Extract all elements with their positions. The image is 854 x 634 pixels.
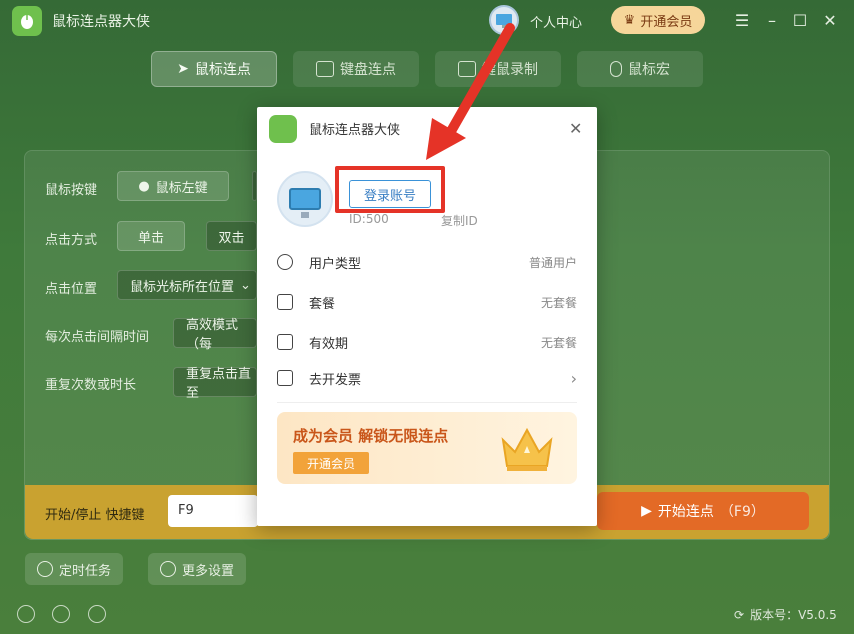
more-settings-label: 更多设置 bbox=[182, 563, 235, 579]
mouse-logo-icon bbox=[21, 15, 33, 29]
menu-icon[interactable]: ☰ bbox=[732, 10, 752, 30]
crown-icon: ♛ bbox=[623, 12, 636, 28]
more-settings-button[interactable]: 更多设置 bbox=[148, 553, 247, 585]
click-mode-label: 点击方式 bbox=[45, 233, 98, 248]
hotkey-label: 开始/停止 快捷键 bbox=[45, 508, 145, 523]
globe-icon[interactable] bbox=[17, 605, 35, 623]
chevron-down-icon: ⌄ bbox=[240, 277, 251, 293]
row-label: 有效期 bbox=[309, 336, 349, 352]
timer-task-label: 定时任务 bbox=[59, 563, 112, 579]
popup-title: 鼠标连点器大侠 bbox=[309, 123, 401, 138]
tab-record[interactable]: 键鼠录制 bbox=[435, 51, 561, 87]
click-single-button[interactable]: 单击 bbox=[117, 221, 185, 251]
close-icon[interactable]: ✕ bbox=[569, 119, 582, 138]
user-avatar[interactable] bbox=[489, 5, 519, 35]
update-icon: ⟳ bbox=[734, 607, 745, 622]
hotkey-input[interactable]: F9 bbox=[168, 495, 258, 527]
play-icon: ▶ bbox=[641, 503, 652, 519]
row-package: 套餐 无套餐 bbox=[277, 290, 577, 314]
click-position-select[interactable]: 鼠标光标所在位置 ⌄ bbox=[117, 270, 257, 300]
version-label: 版本号：V5.0.5 bbox=[750, 608, 837, 622]
start-button-hint: （F9） bbox=[719, 504, 765, 520]
click-position-label: 点击位置 bbox=[45, 282, 98, 297]
user-icon bbox=[277, 254, 293, 270]
vip-button-label: 开通会员 bbox=[640, 14, 693, 30]
user-center-link[interactable]: 个人中心 bbox=[530, 12, 582, 31]
user-popup: 鼠标连点器大侠 ✕ 登录账号 ID:500 复制ID 用户类型 普通用户 套餐 … bbox=[257, 107, 597, 526]
close-window-icon[interactable]: ✕ bbox=[820, 10, 840, 30]
mouse-icon bbox=[610, 61, 622, 77]
monitor-avatar-icon bbox=[496, 14, 512, 28]
repeat-label: 重复次数或时长 bbox=[45, 378, 137, 393]
mouse-button-label: 鼠标按键 bbox=[45, 183, 98, 198]
row-validity: 有效期 无套餐 bbox=[277, 330, 577, 354]
promo-vip-button[interactable]: 开通会员 bbox=[293, 452, 369, 474]
popup-logo bbox=[269, 115, 297, 143]
calendar-icon bbox=[277, 334, 293, 350]
highlight-box bbox=[335, 166, 445, 213]
vip-promo-card[interactable]: 成为会员 解锁无限连点 开通会员 bbox=[277, 412, 577, 484]
crown-illustration-icon bbox=[501, 427, 553, 471]
promo-title: 成为会员 解锁无限连点 bbox=[293, 427, 449, 445]
minimize-icon[interactable]: – bbox=[762, 10, 782, 30]
row-label: 去开发票 bbox=[309, 372, 362, 388]
row-value: 无套餐 bbox=[540, 295, 577, 310]
mouse-button-select[interactable]: ● 鼠标左键 bbox=[117, 171, 229, 201]
start-click-button[interactable]: ▶ 开始连点 （F9） bbox=[597, 492, 809, 530]
tab-keyboard-click[interactable]: 键盘连点 bbox=[293, 51, 419, 87]
click-double-button[interactable]: 双击 bbox=[206, 221, 257, 251]
row-invoice[interactable]: 去开发票 › bbox=[277, 366, 577, 390]
timer-task-button[interactable]: 定时任务 bbox=[25, 553, 124, 585]
click-position-value: 鼠标光标所在位置 bbox=[130, 279, 235, 295]
record-icon bbox=[458, 61, 476, 77]
user-id: ID:500 bbox=[349, 212, 389, 226]
popup-avatar bbox=[277, 171, 333, 227]
row-label: 用户类型 bbox=[309, 256, 362, 272]
row-value: 普通用户 bbox=[528, 255, 577, 270]
bag-icon bbox=[277, 294, 293, 310]
tab-mouse-macro[interactable]: 鼠标宏 bbox=[577, 51, 703, 87]
interval-label: 每次点击间隔时间 bbox=[45, 330, 150, 345]
mouse-left-icon: ● bbox=[138, 178, 150, 194]
gear-icon bbox=[160, 561, 176, 577]
monitor-icon bbox=[289, 188, 321, 218]
version-info[interactable]: ⟳ 版本号：V5.0.5 bbox=[734, 606, 837, 623]
invoice-icon bbox=[277, 370, 293, 386]
cursor-icon: ➤ bbox=[177, 61, 189, 77]
divider bbox=[277, 402, 577, 403]
keyboard-icon bbox=[316, 61, 334, 77]
support-icon[interactable] bbox=[52, 605, 70, 623]
tab-mouse-click[interactable]: ➤ 鼠标连点 bbox=[151, 51, 277, 87]
start-button-label: 开始连点 bbox=[657, 504, 714, 520]
tab-label: 键盘连点 bbox=[340, 62, 396, 78]
interval-select[interactable]: 高效模式（每 bbox=[173, 318, 257, 352]
row-user-type: 用户类型 普通用户 bbox=[277, 250, 577, 274]
tab-label: 鼠标宏 bbox=[628, 62, 670, 78]
maximize-icon[interactable]: ☐ bbox=[790, 10, 810, 30]
row-value: 无套餐 bbox=[540, 335, 577, 350]
tab-label: 鼠标连点 bbox=[194, 62, 251, 78]
row-label: 套餐 bbox=[309, 296, 336, 312]
vip-button[interactable]: ♛ 开通会员 bbox=[611, 6, 705, 34]
title-bar: 鼠标连点器大侠 个人中心 ♛ 开通会员 ☰ – ☐ ✕ bbox=[0, 0, 854, 40]
app-title: 鼠标连点器大侠 bbox=[52, 14, 150, 30]
clock-icon bbox=[37, 561, 53, 577]
tab-label: 键鼠录制 bbox=[482, 62, 538, 78]
mouse-button-value: 鼠标左键 bbox=[155, 180, 208, 196]
app-logo bbox=[12, 6, 42, 36]
copy-id-link[interactable]: 复制ID bbox=[441, 212, 478, 229]
chevron-right-icon: › bbox=[570, 368, 577, 388]
repeat-select[interactable]: 重复点击直至 bbox=[173, 367, 257, 401]
refresh-icon[interactable] bbox=[88, 605, 106, 623]
